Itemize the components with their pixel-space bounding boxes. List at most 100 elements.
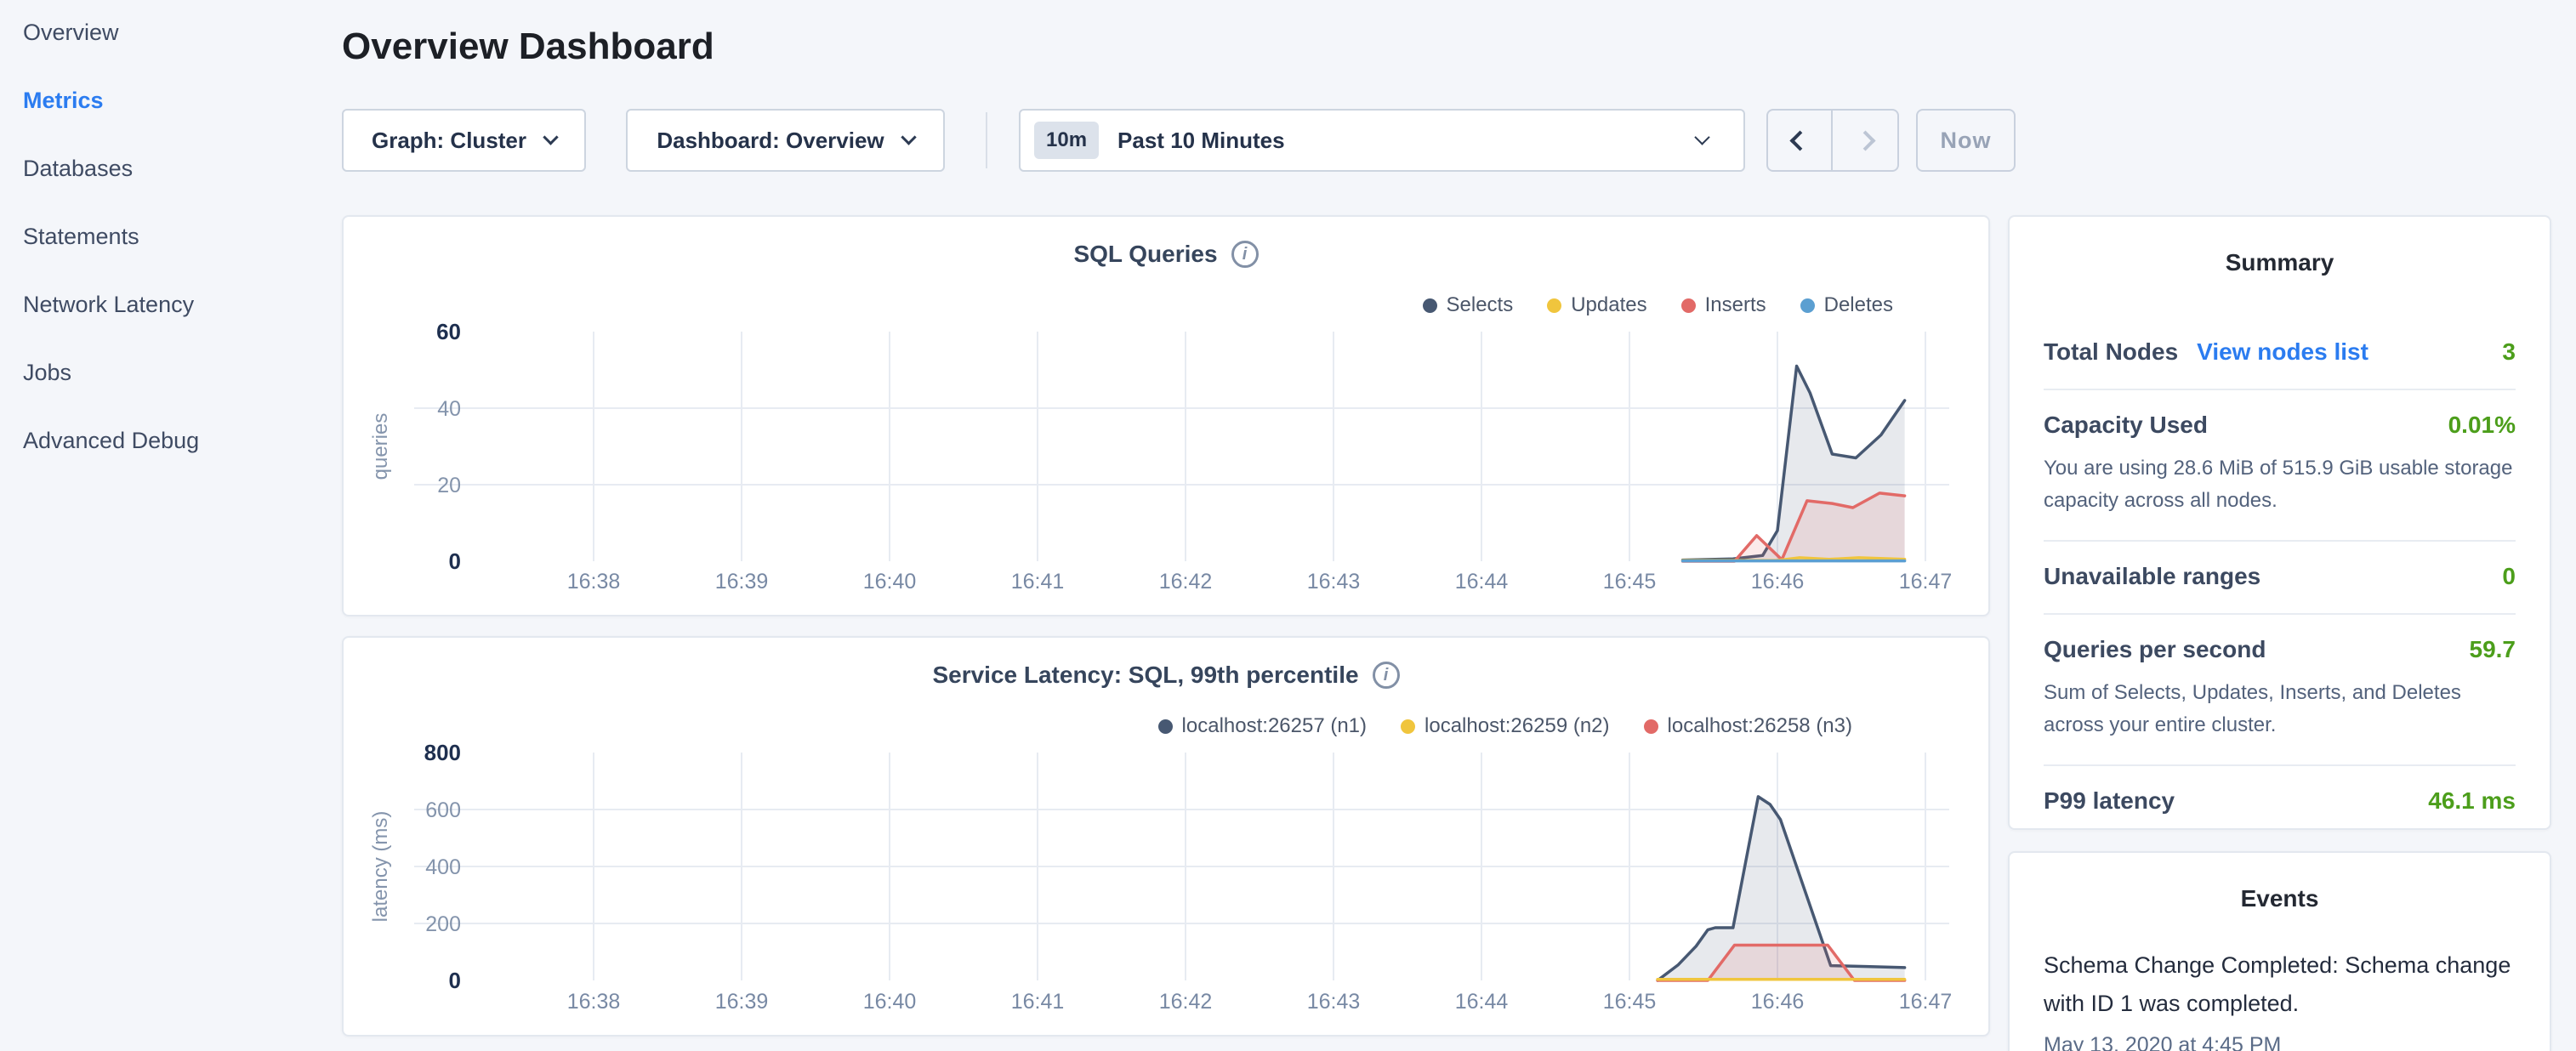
summary-row-value: 0 (2502, 563, 2516, 590)
summary-row: Capacity Used 0.01% You are using 28.6 MiB… (2044, 389, 2516, 540)
svg-text:16:46: 16:46 (1751, 990, 1805, 1014)
legend-label: localhost:26258 (n3) (1668, 714, 1852, 738)
svg-text:16:45: 16:45 (1603, 570, 1657, 594)
sidebar-item-advanced-debug[interactable]: Advanced Debug (0, 406, 342, 474)
event-list-item[interactable]: Schema Change Completed: Schema change w… (2044, 946, 2516, 1051)
legend-label: Deletes (1824, 293, 1893, 317)
svg-text:16:39: 16:39 (715, 990, 769, 1014)
summary-row: Unavailable ranges 0 (2044, 540, 2516, 613)
svg-text:16:45: 16:45 (1603, 990, 1657, 1014)
summary-row-description: Sum of Selects, Updates, Inserts, and De… (2044, 677, 2516, 741)
service-latency-chart-card: Service Latency: SQL, 99th percentile i … (342, 636, 1990, 1037)
dashboard-dropdown-label: Dashboard: Overview (657, 128, 884, 154)
svg-text:0: 0 (449, 968, 461, 993)
svg-text:16:38: 16:38 (567, 990, 621, 1014)
now-button-label: Now (1941, 128, 1992, 154)
svg-text:16:43: 16:43 (1307, 570, 1361, 594)
legend-dot-icon (1423, 298, 1437, 313)
sidebar-item-statements[interactable]: Statements (0, 202, 342, 270)
events-title: Events (2010, 853, 2550, 912)
legend-item: localhost:26259 (n2) (1401, 714, 1609, 738)
prev-time-button[interactable] (1768, 111, 1833, 170)
svg-text:16:46: 16:46 (1751, 570, 1805, 594)
legend-label: Inserts (1705, 293, 1766, 317)
info-icon[interactable]: i (1231, 241, 1259, 268)
svg-text:16:38: 16:38 (567, 570, 621, 594)
controls-divider (986, 112, 987, 168)
events-panel: Events Schema Change Completed: Schema c… (2008, 851, 2551, 1051)
svg-text:16:43: 16:43 (1307, 990, 1361, 1014)
svg-text:16:40: 16:40 (863, 570, 917, 594)
next-time-button[interactable] (1833, 111, 1897, 170)
svg-text:40: 40 (437, 397, 461, 421)
event-timestamp: May 13, 2020 at 4:45 PM (2044, 1033, 2516, 1051)
summary-row-value: 0.01% (2448, 412, 2516, 439)
graph-dropdown[interactable]: Graph: Cluster (342, 109, 586, 172)
sidebar-item-overview[interactable]: Overview (0, 0, 342, 66)
legend-dot-icon (1800, 298, 1815, 313)
legend-dot-icon (1158, 719, 1173, 734)
controls-bar: Graph: Cluster Dashboard: Overview 10m P… (0, 109, 2576, 172)
page-title: Overview Dashboard (342, 26, 714, 68)
svg-text:16:42: 16:42 (1159, 570, 1213, 594)
summary-title: Summary (2010, 217, 2550, 276)
summary-rows: Total NodesView nodes list3Capacity Used… (2044, 317, 2516, 838)
sidebar-item-jobs[interactable]: Jobs (0, 338, 342, 406)
chevron-down-icon (543, 129, 558, 145)
time-step-buttons (1766, 109, 1899, 172)
graph-dropdown-label: Graph: Cluster (372, 128, 526, 154)
svg-text:0: 0 (449, 548, 461, 574)
summary-row-label: Unavailable ranges (2044, 563, 2260, 590)
summary-row: Total NodesView nodes list3 (2044, 317, 2516, 389)
summary-row-value: 3 (2502, 338, 2516, 366)
time-range-selector[interactable]: 10m Past 10 Minutes (1019, 109, 1745, 172)
chevron-left-icon (1789, 130, 1810, 151)
legend-dot-icon (1644, 719, 1658, 734)
summary-row-value: 46.1 ms (2428, 787, 2516, 815)
svg-text:16:39: 16:39 (715, 570, 769, 594)
dashboard-dropdown[interactable]: Dashboard: Overview (626, 109, 945, 172)
legend-label: Selects (1447, 293, 1514, 317)
sql-queries-chart-card: SQL Queries i Selects Updates Inserts Delet… (342, 215, 1990, 616)
legend-dot-icon (1681, 298, 1696, 313)
summary-row-description: You are using 28.6 MiB of 515.9 GiB usab… (2044, 452, 2516, 517)
legend-item: Updates (1547, 293, 1646, 317)
chart-canvas: 16:3816:3916:4016:4116:4216:4316:4416:45… (344, 217, 1992, 618)
chart-title: Service Latency: SQL, 99th percentile (932, 662, 1358, 689)
svg-text:16:47: 16:47 (1899, 570, 1953, 594)
summary-row: P99 latency 46.1 ms (2044, 764, 2516, 838)
legend-item: localhost:26257 (n1) (1158, 714, 1367, 738)
info-icon[interactable]: i (1373, 662, 1400, 689)
legend-dot-icon (1547, 298, 1561, 313)
chart-title: SQL Queries (1073, 241, 1217, 268)
view-nodes-list-link[interactable]: View nodes list (2197, 338, 2368, 366)
legend-item: Inserts (1681, 293, 1766, 317)
chart-legend: localhost:26257 (n1) localhost:26259 (n2)… (1158, 714, 1852, 738)
svg-text:20: 20 (437, 474, 461, 497)
summary-panel: Summary Total NodesView nodes list3Capac… (2008, 215, 2551, 830)
svg-text:16:42: 16:42 (1159, 990, 1213, 1014)
legend-label: Updates (1571, 293, 1646, 317)
svg-text:400: 400 (425, 855, 461, 879)
event-message: Schema Change Completed: Schema change w… (2044, 946, 2516, 1023)
svg-text:16:47: 16:47 (1899, 990, 1953, 1014)
summary-row-label: Queries per second (2044, 636, 2266, 663)
svg-text:60: 60 (436, 319, 461, 344)
summary-row-label: P99 latency (2044, 787, 2175, 815)
sidebar-item-network-latency[interactable]: Network Latency (0, 270, 342, 338)
now-button[interactable]: Now (1916, 109, 2016, 172)
legend-label: localhost:26259 (n2) (1424, 714, 1609, 738)
svg-text:200: 200 (425, 912, 461, 936)
time-range-label: Past 10 Minutes (1117, 128, 1697, 154)
svg-text:16:41: 16:41 (1011, 570, 1065, 594)
legend-item: Selects (1423, 293, 1514, 317)
y-axis-title: queries (369, 319, 393, 574)
summary-row-label: Capacity Used (2044, 412, 2208, 439)
summary-row: Queries per second59.7Sum of Selects, Up… (2044, 613, 2516, 764)
time-range-badge: 10m (1034, 122, 1099, 159)
svg-text:16:41: 16:41 (1011, 990, 1065, 1014)
chart-legend: Selects Updates Inserts Deletes (1423, 293, 1894, 317)
chevron-down-icon (1694, 129, 1709, 145)
legend-dot-icon (1401, 719, 1415, 734)
y-axis-title: latency (ms) (369, 739, 393, 994)
